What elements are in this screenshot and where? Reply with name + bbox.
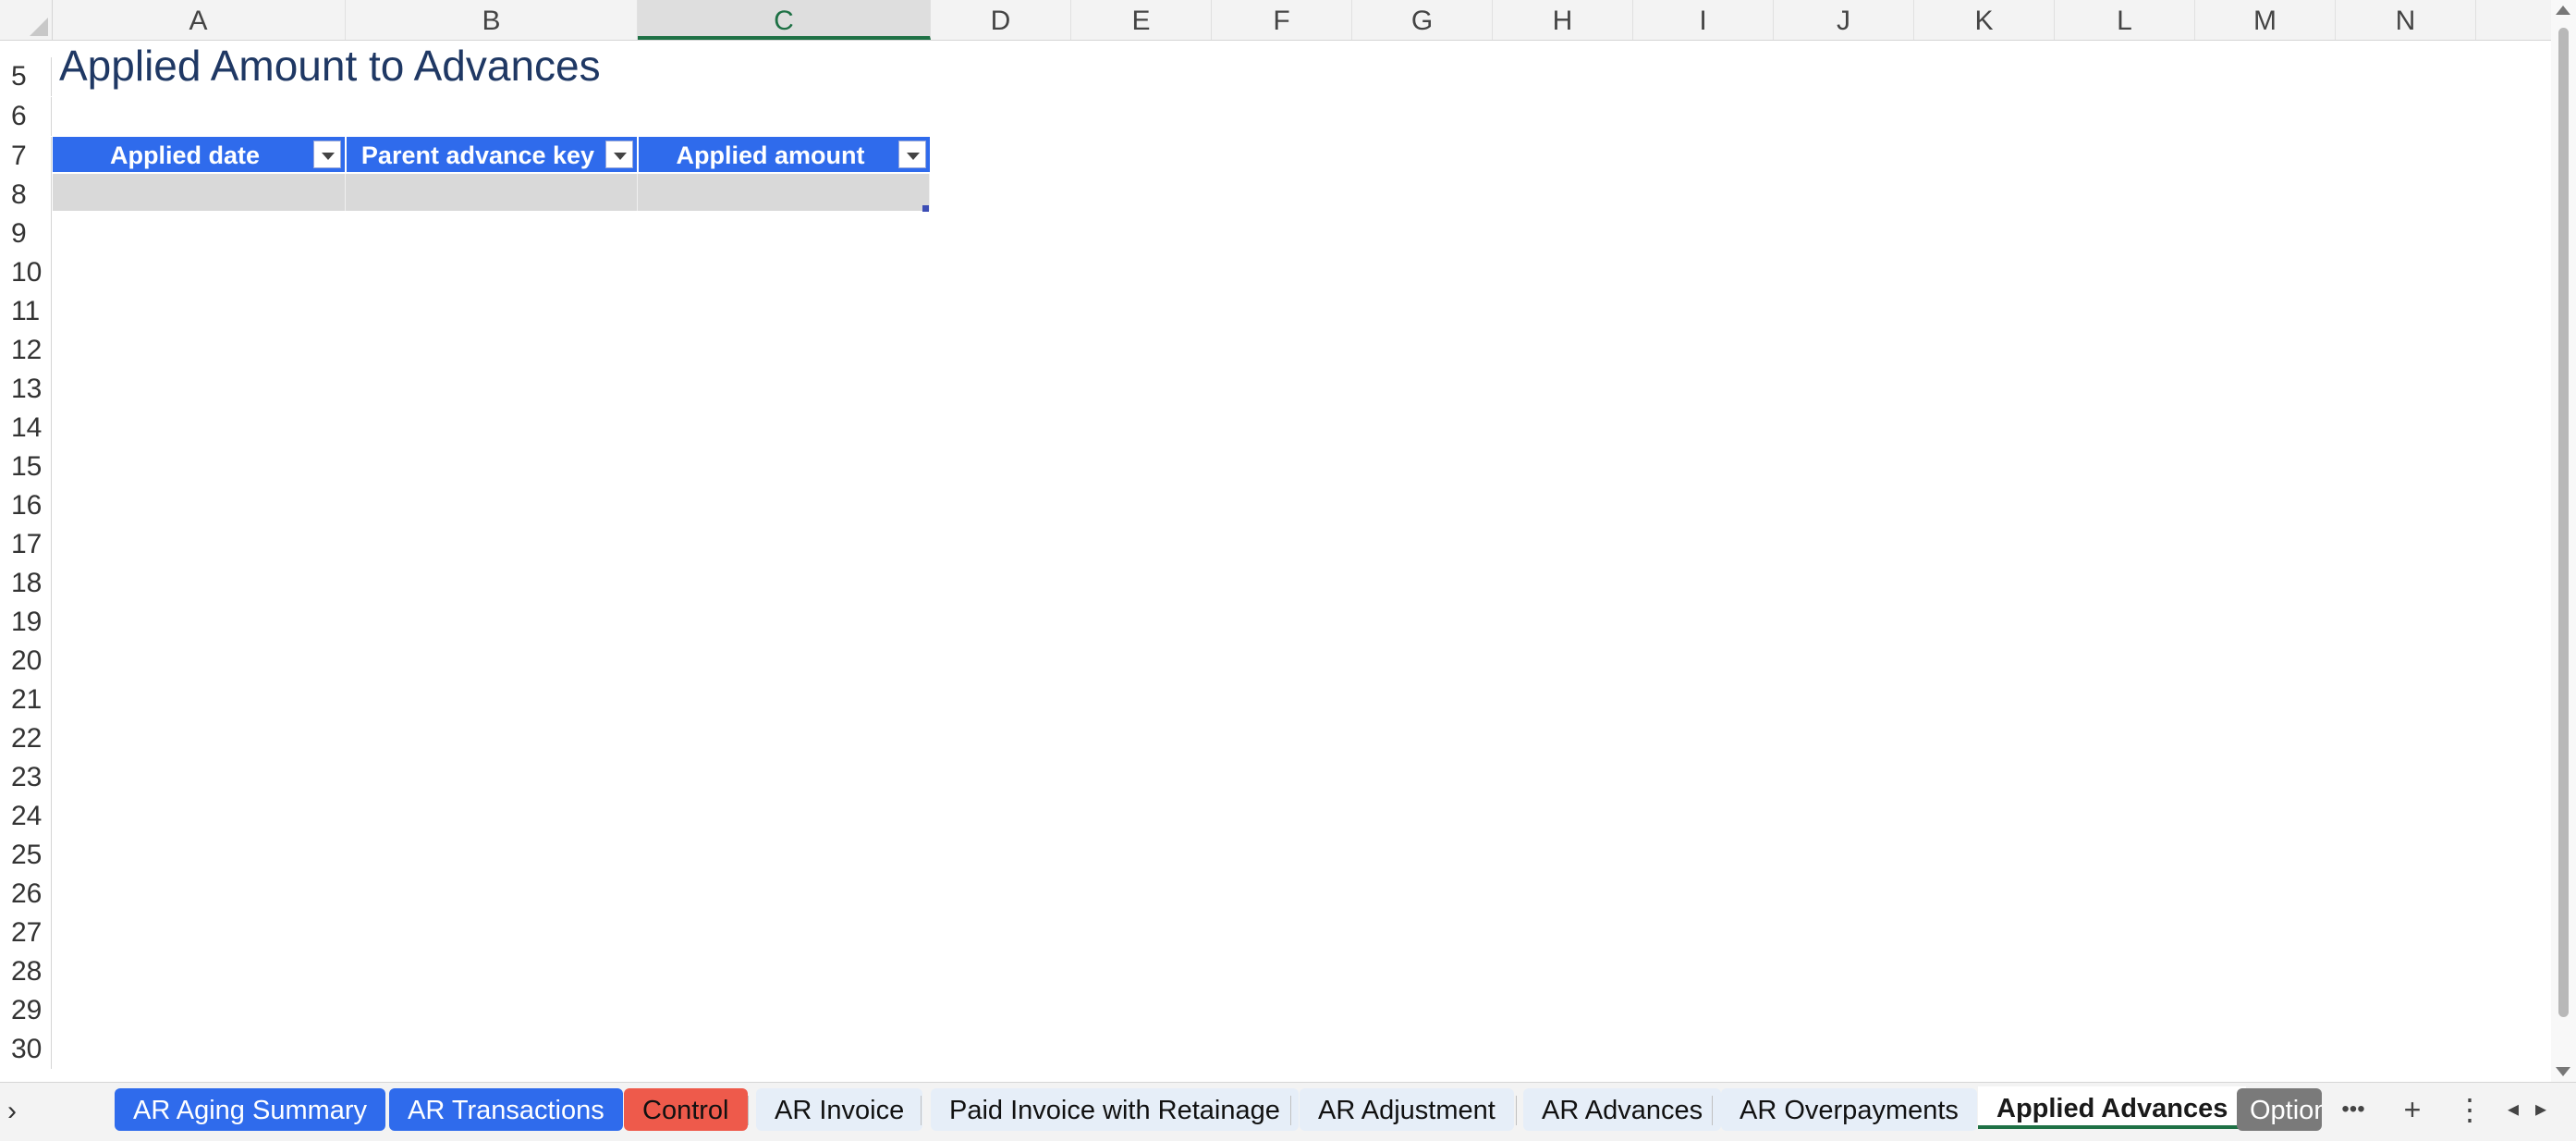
- table-cell-c8[interactable]: [638, 174, 930, 211]
- row-header-5[interactable]: 5: [0, 57, 52, 96]
- scroll-tabs-right-icon[interactable]: ▸: [2527, 1089, 2555, 1130]
- column-header-h[interactable]: H: [1493, 0, 1633, 40]
- row-header-13[interactable]: 13: [0, 370, 52, 409]
- scroll-down-icon[interactable]: [2556, 1067, 2570, 1076]
- row-header-26[interactable]: 26: [0, 875, 52, 914]
- row-header-17[interactable]: 17: [0, 525, 52, 564]
- row-header-25[interactable]: 25: [0, 836, 52, 875]
- row-header-11[interactable]: 11: [0, 292, 52, 331]
- table-header-applied-date[interactable]: Applied date: [53, 137, 345, 172]
- row-header-30[interactable]: 30: [0, 1030, 52, 1069]
- tab-ar-advances[interactable]: AR Advances: [1523, 1088, 1722, 1131]
- sheet-title: Applied Amount to Advances: [59, 42, 601, 90]
- column-header-a[interactable]: A: [52, 0, 346, 40]
- tab-paid-invoice-with-retainage[interactable]: Paid Invoice with Retainage: [931, 1088, 1299, 1131]
- row-header-22[interactable]: 22: [0, 719, 52, 758]
- column-header-b[interactable]: B: [346, 0, 638, 40]
- column-header-e[interactable]: E: [1071, 0, 1212, 40]
- row-header-18[interactable]: 18: [0, 564, 52, 603]
- spreadsheet-view: A B C D E F G H I J K L M N 5 6 7 8 9 10…: [0, 0, 2576, 1141]
- row-header-24[interactable]: 24: [0, 797, 52, 836]
- scroll-up-icon[interactable]: [2556, 6, 2570, 15]
- column-header-g[interactable]: G: [1352, 0, 1493, 40]
- tab-separator: [748, 1096, 749, 1125]
- row-header-27[interactable]: 27: [0, 914, 52, 952]
- add-sheet-icon[interactable]: +: [2392, 1089, 2433, 1130]
- row-header-28[interactable]: 28: [0, 952, 52, 991]
- tab-ar-overpayments[interactable]: AR Overpayments: [1721, 1088, 1977, 1131]
- table-header-applied-amount[interactable]: Applied amount: [639, 137, 930, 172]
- row-header-15[interactable]: 15: [0, 448, 52, 486]
- tab-options[interactable]: Option: [2237, 1088, 2322, 1131]
- row-header-14[interactable]: 14: [0, 409, 52, 448]
- filter-dropdown-icon[interactable]: [605, 141, 633, 168]
- scroll-tabs-left-icon[interactable]: ◂: [2499, 1089, 2527, 1130]
- column-header-j[interactable]: J: [1774, 0, 1914, 40]
- vertical-scrollbar[interactable]: [2551, 0, 2576, 1082]
- tab-separator: [1290, 1096, 1291, 1125]
- tab-ar-transactions[interactable]: AR Transactions: [389, 1088, 623, 1131]
- row-header-29[interactable]: 29: [0, 991, 52, 1030]
- more-tabs-icon[interactable]: •••: [2335, 1089, 2372, 1130]
- select-all-icon: [30, 18, 48, 36]
- row-header-20[interactable]: 20: [0, 642, 52, 681]
- column-header-k[interactable]: K: [1914, 0, 2055, 40]
- filter-dropdown-icon[interactable]: [313, 141, 341, 168]
- tab-separator: [921, 1096, 922, 1125]
- tab-separator: [1712, 1096, 1713, 1125]
- column-header-n[interactable]: N: [2336, 0, 2476, 40]
- row-header-23[interactable]: 23: [0, 758, 52, 797]
- sheet-menu-icon[interactable]: ⋮: [2451, 1089, 2488, 1130]
- table-cell-b8[interactable]: [346, 174, 638, 211]
- row-header-12[interactable]: 12: [0, 331, 52, 370]
- table-header-label: Parent advance key: [360, 141, 595, 169]
- tab-control[interactable]: Control: [624, 1088, 748, 1131]
- table-resize-handle[interactable]: [922, 205, 929, 212]
- row-header-6[interactable]: 6: [0, 97, 52, 136]
- row-header-16[interactable]: 16: [0, 486, 52, 525]
- expand-tabs-icon[interactable]: ›: [7, 1096, 17, 1127]
- row-header-10[interactable]: 10: [0, 253, 52, 292]
- column-header-c[interactable]: C: [638, 0, 931, 40]
- row-header-21[interactable]: 21: [0, 681, 52, 719]
- row-header-9[interactable]: 9: [0, 215, 52, 253]
- table-header-label: Applied amount: [676, 141, 865, 169]
- row-header-19[interactable]: 19: [0, 603, 52, 642]
- table-cell-a8[interactable]: [53, 174, 346, 211]
- table-header-label: Applied date: [109, 141, 260, 169]
- scrollbar-thumb[interactable]: [2558, 28, 2569, 1017]
- tab-separator: [1516, 1096, 1517, 1125]
- column-header-l[interactable]: L: [2055, 0, 2195, 40]
- row-header-8[interactable]: 8: [0, 176, 52, 215]
- tab-ar-aging-summary[interactable]: AR Aging Summary: [115, 1088, 386, 1131]
- column-header-d[interactable]: D: [931, 0, 1071, 40]
- tab-ar-adjustment[interactable]: AR Adjustment: [1300, 1088, 1514, 1131]
- column-header-f[interactable]: F: [1212, 0, 1352, 40]
- select-all-corner[interactable]: [0, 0, 53, 40]
- tab-ar-invoice[interactable]: AR Invoice: [756, 1088, 923, 1131]
- filter-dropdown-icon[interactable]: [898, 141, 926, 168]
- table-header-parent-advance-key[interactable]: Parent advance key: [347, 137, 637, 172]
- tab-applied-advances[interactable]: Applied Advances: [1978, 1086, 2247, 1129]
- row-header-7[interactable]: 7: [0, 137, 52, 176]
- column-header-i[interactable]: I: [1633, 0, 1774, 40]
- column-header-m[interactable]: M: [2195, 0, 2336, 40]
